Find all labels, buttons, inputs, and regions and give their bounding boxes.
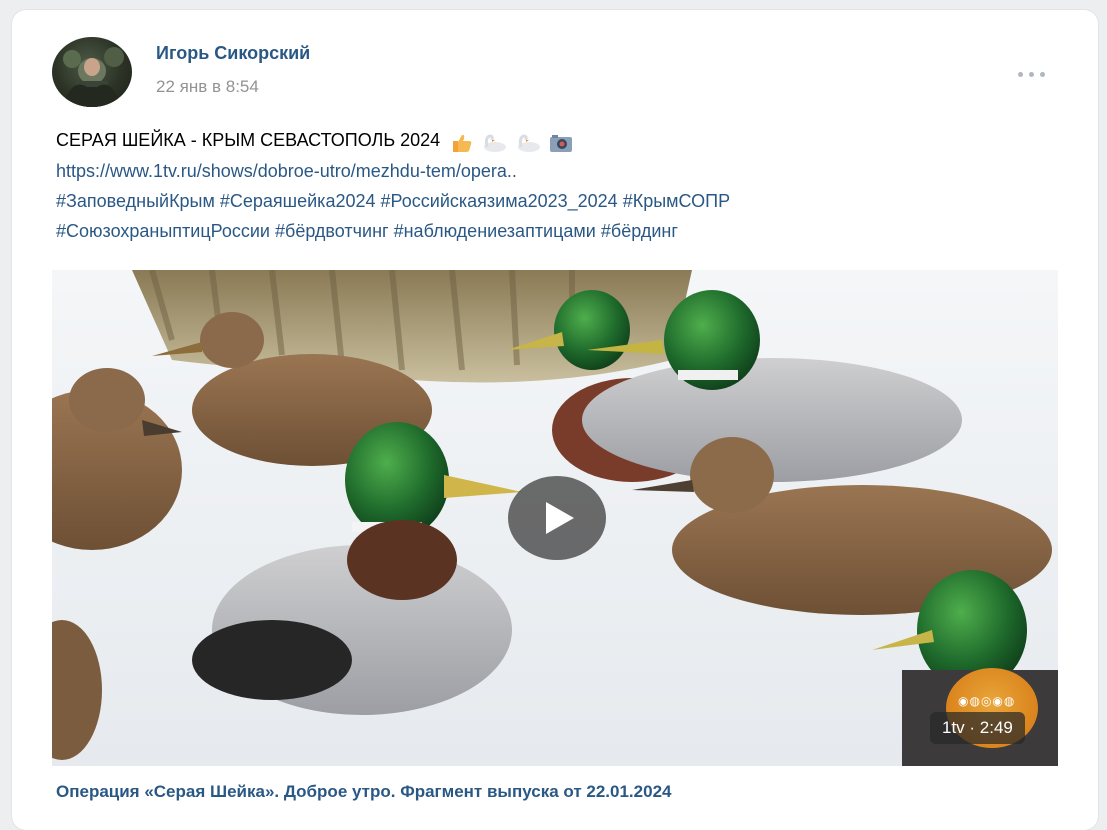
author-avatar[interactable] xyxy=(52,37,132,107)
post-title: СЕРАЯ ШЕЙКА - КРЫМ СЕВАСТОПОЛЬ 2024 xyxy=(56,130,441,150)
video-title-link[interactable]: Операция «Серая Шейка». Доброе утро. Фра… xyxy=(56,782,671,802)
play-icon xyxy=(546,502,574,534)
more-options-icon[interactable] xyxy=(1012,64,1052,84)
camera-icon xyxy=(550,134,573,152)
swan-icon xyxy=(518,133,541,152)
channel-logo-pattern: ◉◍◎◉◍ xyxy=(958,694,1016,708)
hashtag-link[interactable]: #Российскаязима2023_2024 xyxy=(381,191,618,211)
play-button[interactable] xyxy=(508,476,606,560)
post-external-link[interactable]: https://www.1tv.ru/shows/dobroe-utro/mez… xyxy=(56,161,517,181)
author-name-link[interactable]: Игорь Сикорский xyxy=(156,43,310,64)
hashtag-link[interactable]: #КрымСОПР xyxy=(623,191,730,211)
hashtags-row-1: #ЗаповедныйКрым #Сераяшейка2024 #Российс… xyxy=(56,186,1076,216)
thumbs-up-icon xyxy=(453,134,472,152)
hashtags-row-2: #СоюзохраныптицРоссии #бёрдвотчинг #набл… xyxy=(56,216,1076,246)
hashtag-link[interactable]: #Сераяшейка2024 xyxy=(220,191,376,211)
post-text: СЕРАЯ ШЕЙКА - КРЫМ СЕВАСТОПОЛЬ 2024 http… xyxy=(56,125,1076,246)
emoji-row xyxy=(451,126,576,156)
video-duration-badge: 1tv · 2:49 xyxy=(930,712,1025,744)
swan-icon xyxy=(484,133,507,152)
hashtag-link[interactable]: #СоюзохраныптицРоссии xyxy=(56,221,270,241)
hashtag-link[interactable]: #бёрдинг xyxy=(601,221,678,241)
hashtag-link[interactable]: #бёрдвотчинг xyxy=(275,221,389,241)
hashtag-link[interactable]: #ЗаповедныйКрым xyxy=(56,191,215,211)
post-date[interactable]: 22 янв в 8:54 xyxy=(156,77,259,97)
hashtag-link[interactable]: #наблюдениезаптицами xyxy=(394,221,596,241)
